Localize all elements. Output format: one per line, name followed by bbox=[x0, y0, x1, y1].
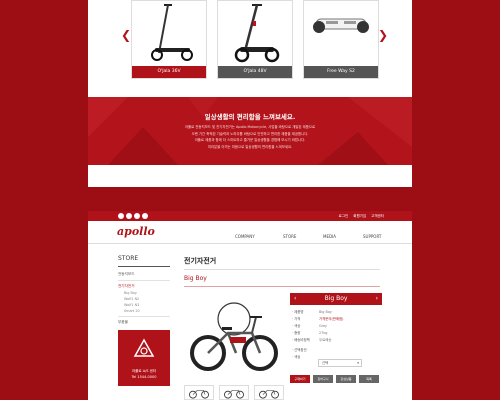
top-links: 로그인 회원가입 고객센터 bbox=[339, 213, 384, 219]
banner-body: 아폴로 전동킥보드 및 전기자전거는 Apollo Motorcycle, 사업… bbox=[158, 124, 342, 150]
title-divider bbox=[184, 269, 380, 270]
twitter-icon[interactable] bbox=[126, 213, 132, 219]
promo-text: 아폴로 A/S 센터 Tel 1544-0000 bbox=[118, 368, 170, 380]
nav-divider bbox=[88, 243, 412, 244]
chevron-right-icon[interactable]: ❯ bbox=[378, 28, 388, 42]
hoverboard-image bbox=[313, 18, 369, 33]
main-nav: COMPANY STORE MEDIA SUPPORT bbox=[88, 233, 412, 241]
support-link[interactable]: 고객센터 bbox=[371, 213, 384, 219]
nav-media[interactable]: MEDIA bbox=[323, 233, 336, 241]
product-info-box: ‹ Big Boy › · 제품명 Big Boy · 가격 가격문의(판매점)… bbox=[290, 293, 382, 400]
banner-line: 아폴로 전동킥보드 및 전기자전거는 Apollo Motorcycle, 사업… bbox=[184, 125, 316, 129]
chevron-left-icon[interactable]: ❮ bbox=[121, 28, 131, 42]
spec-value: 가격문의(판매점) bbox=[319, 317, 344, 321]
bike-thumbnail[interactable] bbox=[184, 385, 214, 400]
top-bar: 로그인 회원가입 고객센터 bbox=[88, 211, 412, 221]
store-page-panel: 로그인 회원가입 고객센터 apollo COMPANY STORE MEDIA… bbox=[88, 211, 412, 400]
promo-banner: 일상생활의 편리함을 느껴보세요. 아폴로 전동킥보드 및 전기자전거는 Apo… bbox=[88, 97, 412, 165]
product-name: O'Jala 36V bbox=[132, 66, 206, 78]
product-divider bbox=[184, 286, 380, 287]
scooter-image bbox=[234, 4, 280, 63]
sidebar-item-ebike[interactable]: 전기자전거 bbox=[118, 283, 170, 290]
spec-list: · 제품명 Big Boy · 가격 가격문의(판매점) · 색상 Grey ·… bbox=[292, 309, 382, 361]
product-name: O'Jala 48V bbox=[218, 66, 292, 78]
sidebar-subitem[interactable]: Smart 20 bbox=[118, 308, 170, 314]
nav-support[interactable]: SUPPORT bbox=[363, 233, 381, 241]
spec-row: · 가격 가격문의(판매점) bbox=[292, 316, 382, 323]
banner-line: 여러분을 아끼는 마음으로 일상생활의 편리함을 느껴보세요. bbox=[207, 144, 293, 149]
spec-key: · 제품명 bbox=[292, 310, 304, 314]
product-card[interactable]: O'Jala 48V bbox=[217, 0, 293, 79]
sidebar: STORE 전동킥보드 전기자전거 Big Boy Wolf1 N2 Wolf1… bbox=[118, 254, 170, 400]
sidebar-divider bbox=[118, 280, 170, 281]
spec-key: · 배송비정책 bbox=[292, 338, 310, 342]
page-title: 전기자전거 bbox=[184, 257, 217, 265]
spec-value: 27kg bbox=[319, 331, 328, 335]
banner-line: 아폴로 제품과 함께 더 스마트하고 즐거운 일상생활을 경험해 보시기 바랍니… bbox=[194, 138, 306, 143]
sidebar-divider bbox=[118, 316, 170, 317]
spec-row: · 제품명 Big Boy bbox=[292, 309, 382, 316]
list-button[interactable]: 목록 bbox=[359, 375, 379, 383]
signup-link[interactable]: 회원가입 bbox=[353, 213, 366, 219]
product-card[interactable]: Free Way S2 bbox=[303, 0, 379, 79]
spec-row: · 색상 Grey bbox=[292, 323, 382, 330]
product-name: Free Way S2 bbox=[304, 66, 378, 78]
spec-value: Grey bbox=[319, 324, 328, 328]
spec-row: · 중량 27kg bbox=[292, 330, 382, 337]
spec-value: Big Boy bbox=[319, 310, 332, 314]
cart-button[interactable]: 장바구니 bbox=[313, 375, 333, 383]
select-value: 선택 bbox=[322, 361, 329, 365]
bike-main-image bbox=[190, 302, 278, 371]
option-label: · 선택옵션 bbox=[292, 348, 307, 352]
option-key: · 색상 bbox=[292, 355, 301, 359]
carousel-panel: ❮ O'Jala 36V O'Jala 48V Free Way S2 ❯ 일상… bbox=[88, 0, 412, 187]
login-link[interactable]: 로그인 bbox=[339, 213, 349, 219]
info-title: Big Boy bbox=[324, 295, 348, 302]
bike-thumbnail[interactable] bbox=[219, 385, 249, 400]
scooter-image bbox=[151, 4, 193, 61]
spec-value: 무료배송 bbox=[319, 338, 332, 342]
thumbnail-strip bbox=[184, 385, 284, 400]
promo-line: Tel 1544-0000 bbox=[131, 375, 157, 379]
recycle-icon bbox=[133, 338, 155, 357]
action-buttons: 구매하기 장바구니 관심상품 목록 bbox=[290, 375, 382, 383]
sidebar-rule bbox=[118, 266, 170, 267]
banner-title: 일상생활의 편리함을 느껴보세요. bbox=[204, 113, 296, 121]
sidebar-title: STORE bbox=[118, 255, 139, 262]
info-header: ‹ Big Boy › bbox=[290, 293, 382, 305]
spec-key: · 중량 bbox=[292, 331, 301, 335]
nav-store[interactable]: STORE bbox=[283, 233, 296, 241]
color-select[interactable]: 선택 ▾ bbox=[318, 359, 362, 367]
bike-thumbnail[interactable] bbox=[254, 385, 284, 400]
buy-button[interactable]: 구매하기 bbox=[290, 375, 310, 383]
spec-key: · 가격 bbox=[292, 317, 301, 321]
youtube-icon[interactable] bbox=[142, 213, 148, 219]
sidebar-item-scooter[interactable]: 전동킥보드 bbox=[118, 271, 170, 278]
sidebar-item-parts[interactable]: 부품몰 bbox=[118, 319, 170, 326]
wishlist-button[interactable]: 관심상품 bbox=[336, 375, 356, 383]
instagram-icon[interactable] bbox=[134, 213, 140, 219]
option-row: · 선택옵션 bbox=[292, 347, 382, 354]
service-center-promo[interactable]: 아폴로 A/S 센터 Tel 1544-0000 bbox=[118, 330, 170, 386]
product-title: Big Boy bbox=[184, 275, 207, 282]
product-card[interactable]: O'Jala 36V bbox=[131, 0, 207, 79]
banner-line: 오랜 기간 축적된 기술력과 노하우를 바탕으로 안전하고 편리한 제품을 제공… bbox=[191, 131, 309, 136]
chevron-right-icon[interactable]: › bbox=[376, 293, 378, 305]
spec-row: · 배송비정책 무료배송 bbox=[292, 337, 382, 344]
facebook-icon[interactable] bbox=[118, 213, 124, 219]
chevron-down-icon: ▾ bbox=[357, 361, 359, 365]
nav-company[interactable]: COMPANY bbox=[235, 233, 255, 241]
spec-key: · 색상 bbox=[292, 324, 301, 328]
